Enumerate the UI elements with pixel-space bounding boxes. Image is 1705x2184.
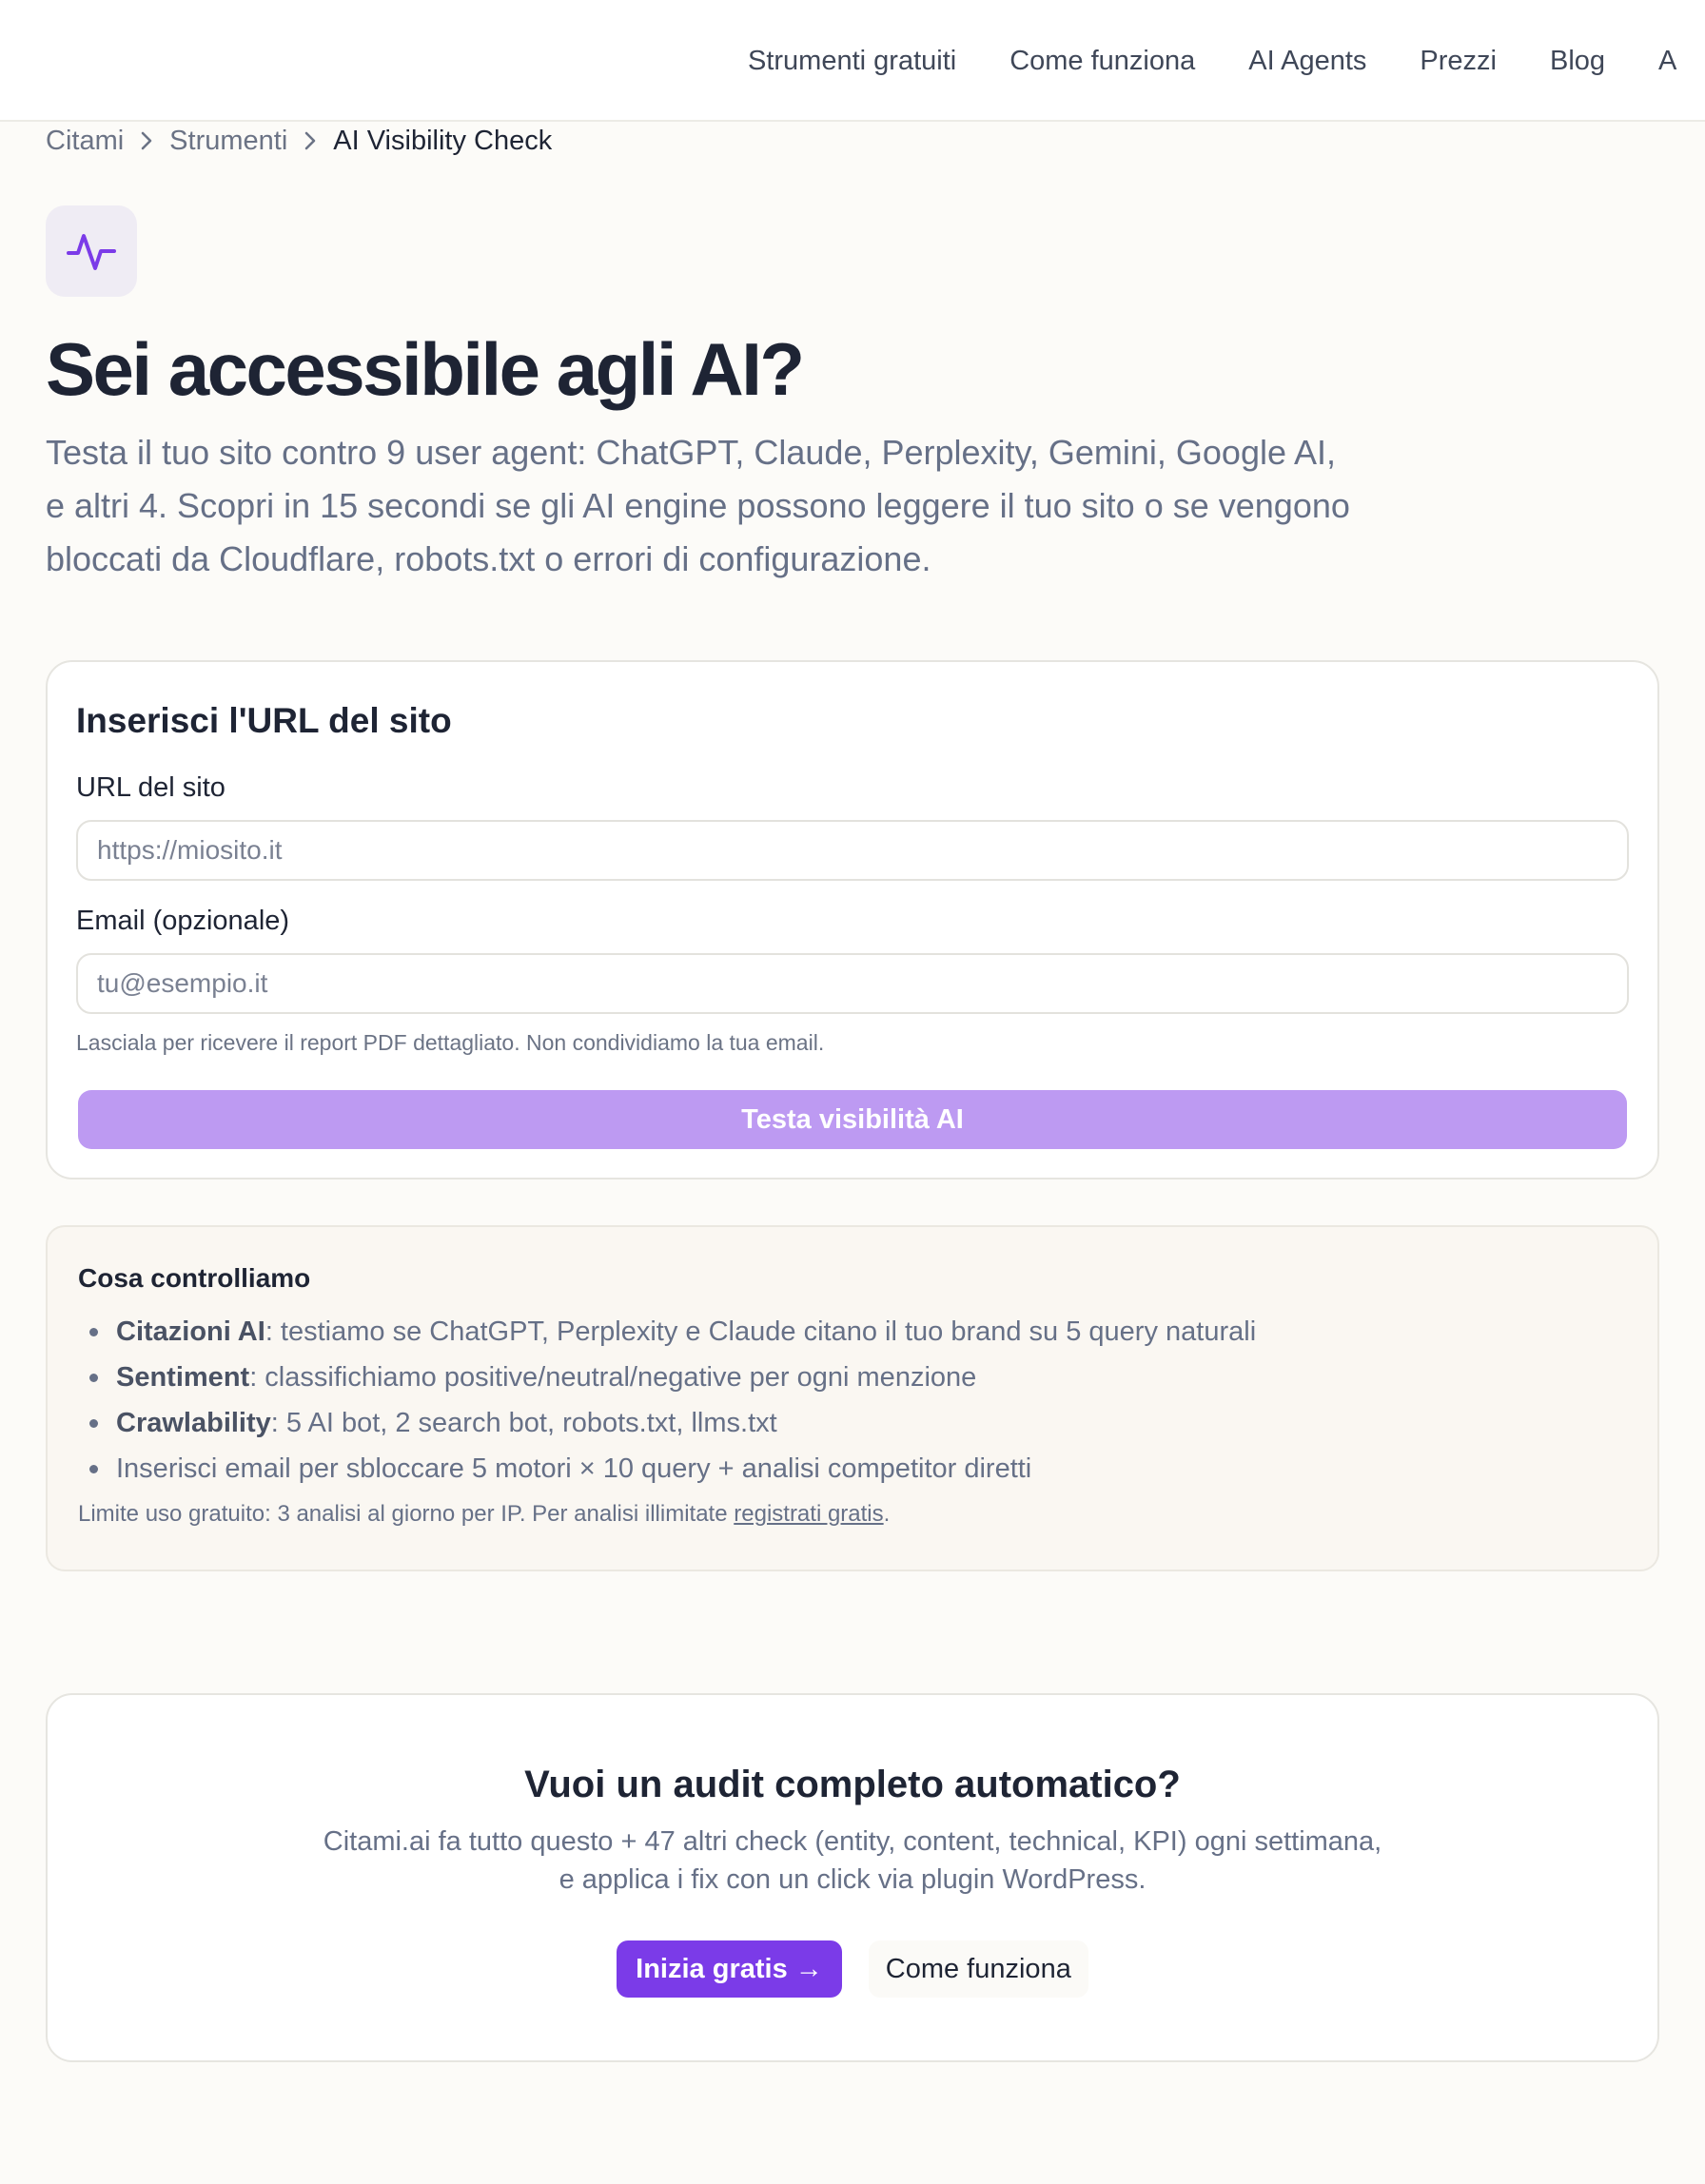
nav-link-come-funziona[interactable]: Come funziona xyxy=(1009,42,1195,80)
nav-link-blog[interactable]: Blog xyxy=(1550,42,1605,80)
audit-cta-card: Vuoi un audit completo automatico? Citam… xyxy=(46,1693,1659,2062)
register-free-link[interactable]: registrati gratis xyxy=(734,1501,883,1527)
checks-list: Citazioni AI: testiamo se ChatGPT, Perpl… xyxy=(86,1309,1256,1492)
test-visibility-button[interactable]: Testa visibilità AI xyxy=(78,1090,1627,1149)
url-form-card: Inserisci l'URL del sito URL del sito Em… xyxy=(46,660,1659,1180)
usage-limit-note: Limite uso gratuito: 3 analisi al giorno… xyxy=(78,1497,890,1531)
cta-description: Citami.ai fa tutto questo + 47 altri che… xyxy=(48,1823,1657,1899)
list-item-text: Inserisci email per sbloccare 5 motori ×… xyxy=(116,1453,1032,1484)
nav-links: Strumenti gratuiti Come funziona AI Agen… xyxy=(748,42,1705,80)
nav-link-prezzi[interactable]: Prezzi xyxy=(1420,42,1497,80)
activity-pulse-icon xyxy=(67,234,116,270)
page-title: Sei accessibile agli AI? xyxy=(46,327,805,411)
list-item-text: : 5 AI bot, 2 search bot, robots.txt, ll… xyxy=(270,1408,777,1438)
email-help-text: Lasciala per ricevere il report PDF dett… xyxy=(76,1030,825,1055)
list-item: Sentiment: classifichiamo positive/neutr… xyxy=(86,1355,1256,1400)
top-navigation: Strumenti gratuiti Come funziona AI Agen… xyxy=(0,0,1705,122)
list-item: Crawlability: 5 AI bot, 2 search bot, ro… xyxy=(86,1400,1256,1446)
checks-info-box: Cosa controlliamo Citazioni AI: testiamo… xyxy=(46,1225,1659,1571)
breadcrumb-link-strumenti[interactable]: Strumenti xyxy=(169,122,287,160)
chevron-right-icon xyxy=(287,130,333,151)
nav-link-truncated[interactable]: A xyxy=(1658,42,1676,80)
how-it-works-button[interactable]: Come funziona xyxy=(868,1940,1088,1998)
email-input[interactable] xyxy=(76,953,1629,1014)
limit-note-prefix: Limite uso gratuito: 3 analisi al giorno… xyxy=(78,1501,735,1527)
breadcrumb: Citami Strumenti AI Visibility Check xyxy=(46,122,552,160)
list-item-text: : classifichiamo positive/neutral/negati… xyxy=(249,1362,977,1393)
url-label: URL del sito xyxy=(76,772,225,803)
limit-note-suffix: . xyxy=(883,1501,891,1527)
nav-link-strumenti-gratuiti[interactable]: Strumenti gratuiti xyxy=(748,42,956,80)
hero-icon-container xyxy=(46,205,137,297)
cta-text-line1: Citami.ai fa tutto questo + 47 altri che… xyxy=(323,1826,1382,1857)
start-free-button[interactable]: Inizia gratis → xyxy=(617,1940,842,1998)
form-title: Inserisci l'URL del sito xyxy=(76,701,452,740)
email-label: Email (opzionale) xyxy=(76,906,290,936)
nav-link-ai-agents[interactable]: AI Agents xyxy=(1248,42,1366,80)
cta-title: Vuoi un audit completo automatico? xyxy=(524,1764,1181,1805)
chevron-right-icon xyxy=(124,130,169,151)
list-item: Citazioni AI: testiamo se ChatGPT, Perpl… xyxy=(86,1309,1256,1355)
list-item-bold: Sentiment xyxy=(116,1362,250,1393)
list-item-bold: Citazioni AI xyxy=(116,1316,265,1347)
page-subtitle: Testa il tuo sito contro 9 user agent: C… xyxy=(46,433,1350,578)
url-input[interactable] xyxy=(76,820,1629,881)
list-item-text: : testiamo se ChatGPT, Perplexity e Clau… xyxy=(265,1316,1257,1347)
info-title: Cosa controlliamo xyxy=(78,1263,311,1293)
list-item-bold: Crawlability xyxy=(116,1408,271,1438)
breadcrumb-current: AI Visibility Check xyxy=(333,126,553,156)
cta-text-line2: e applica i fix con un click via plugin … xyxy=(559,1864,1146,1895)
cta-buttons: Inizia gratis → Come funziona xyxy=(48,1940,1657,1998)
list-item: Inserisci email per sbloccare 5 motori ×… xyxy=(86,1446,1256,1492)
breadcrumb-link-citami[interactable]: Citami xyxy=(46,122,124,160)
